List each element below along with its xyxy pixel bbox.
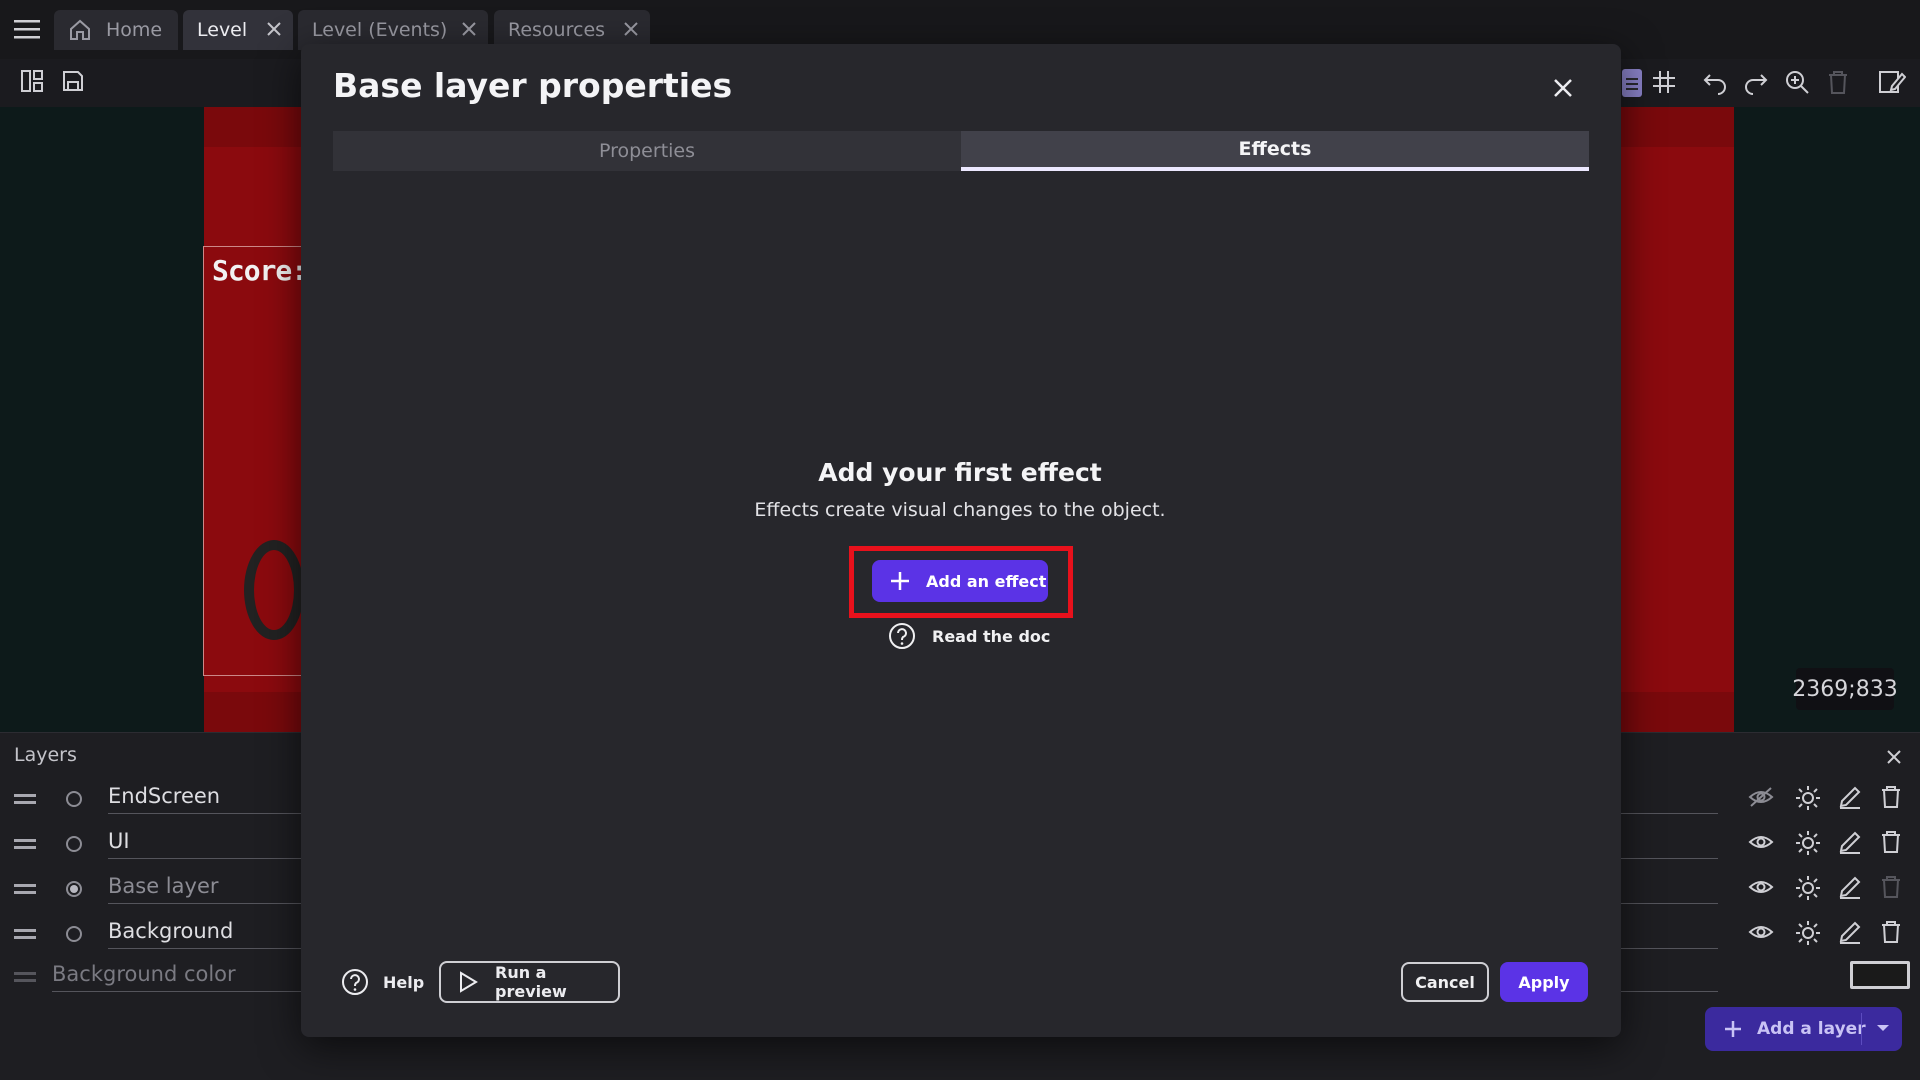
layer-select-radio[interactable] bbox=[66, 791, 82, 807]
trash-icon[interactable] bbox=[1880, 785, 1902, 809]
tab-resources-label: Resources bbox=[508, 19, 606, 41]
layer-name[interactable]: Background bbox=[108, 919, 233, 943]
game-sprite bbox=[244, 540, 304, 640]
layer-name[interactable]: Base layer bbox=[108, 874, 219, 898]
panels-icon[interactable] bbox=[20, 69, 44, 93]
edit-icon[interactable] bbox=[1838, 875, 1862, 899]
chevron-down-icon[interactable] bbox=[1876, 1023, 1890, 1033]
dialog-title: Base layer properties bbox=[333, 66, 733, 105]
add-effect-label: Add an effect bbox=[926, 571, 1047, 591]
empty-state-description: Effects create visual changes to the obj… bbox=[754, 499, 1166, 521]
trash-icon[interactable] bbox=[1880, 875, 1902, 899]
visibility-off-icon[interactable] bbox=[1748, 785, 1774, 809]
background-color-swatch[interactable] bbox=[1850, 961, 1910, 989]
close-panel-icon[interactable] bbox=[1885, 748, 1903, 766]
visibility-icon[interactable] bbox=[1748, 830, 1774, 854]
close-icon[interactable] bbox=[1551, 76, 1575, 100]
edit-icon[interactable] bbox=[1838, 830, 1862, 854]
tab-level-label: Level bbox=[197, 19, 248, 41]
tab-home-label: Home bbox=[106, 19, 163, 41]
layers-title: Layers bbox=[14, 744, 77, 766]
tab-home[interactable]: Home bbox=[54, 10, 178, 50]
drag-handle-icon[interactable] bbox=[14, 839, 36, 849]
layer-select-radio[interactable] bbox=[66, 881, 82, 897]
cancel-button[interactable]: Cancel bbox=[1401, 962, 1489, 1002]
run-preview-button[interactable]: Run a preview bbox=[439, 961, 620, 1003]
layer-select-radio[interactable] bbox=[66, 836, 82, 852]
zoom-icon[interactable] bbox=[1784, 69, 1810, 95]
trash-icon[interactable] bbox=[1826, 69, 1850, 95]
edit-properties-icon[interactable] bbox=[1878, 69, 1906, 95]
play-icon bbox=[457, 971, 479, 993]
drag-handle-icon[interactable] bbox=[14, 884, 36, 894]
tab-level-events-label: Level (Events) bbox=[312, 19, 448, 41]
tab-level[interactable]: Level bbox=[183, 10, 293, 50]
read-doc-label: Read the doc bbox=[932, 626, 1051, 646]
background-color-label: Background color bbox=[52, 962, 236, 986]
save-icon[interactable] bbox=[61, 69, 85, 93]
run-preview-label: Run a preview bbox=[495, 963, 567, 1001]
close-tab-icon[interactable] bbox=[460, 20, 478, 38]
trash-icon[interactable] bbox=[1880, 920, 1902, 944]
visibility-icon[interactable] bbox=[1748, 920, 1774, 944]
lighting-icon[interactable] bbox=[1795, 830, 1821, 856]
undo-icon[interactable] bbox=[1702, 69, 1728, 95]
visibility-icon[interactable] bbox=[1748, 875, 1774, 899]
help-button[interactable]: Help bbox=[341, 965, 424, 999]
tab-properties[interactable]: Properties bbox=[333, 131, 961, 171]
apply-button[interactable]: Apply bbox=[1500, 962, 1588, 1002]
home-icon bbox=[68, 18, 92, 42]
layer-name[interactable]: EndScreen bbox=[108, 784, 220, 808]
layer-name[interactable]: UI bbox=[108, 829, 130, 853]
plus-icon bbox=[1723, 1019, 1743, 1039]
drag-handle-icon[interactable] bbox=[14, 794, 36, 804]
lighting-icon[interactable] bbox=[1795, 785, 1821, 811]
edit-icon[interactable] bbox=[1838, 920, 1862, 944]
redo-icon[interactable] bbox=[1743, 69, 1769, 95]
dialog-tabs: Properties Effects bbox=[333, 131, 1589, 171]
plus-icon bbox=[890, 571, 910, 591]
tab-effects[interactable]: Effects bbox=[961, 131, 1589, 171]
add-effect-button[interactable]: Add an effect bbox=[872, 560, 1048, 602]
help-circle-icon bbox=[888, 622, 916, 650]
lighting-icon[interactable] bbox=[1795, 920, 1821, 946]
empty-state-title: Add your first effect bbox=[818, 458, 1102, 487]
help-circle-icon bbox=[341, 968, 369, 996]
grid-icon[interactable] bbox=[1651, 69, 1677, 95]
cursor-coordinates: 2369;833 bbox=[1792, 668, 1898, 710]
drag-handle-icon[interactable] bbox=[14, 929, 36, 939]
trash-icon[interactable] bbox=[1880, 830, 1902, 854]
layer-properties-dialog bbox=[301, 44, 1621, 1037]
layers-toggle-icon[interactable] bbox=[1622, 69, 1642, 97]
edit-icon[interactable] bbox=[1838, 785, 1862, 809]
hamburger-menu-icon[interactable] bbox=[14, 18, 40, 40]
button-separator bbox=[1861, 1013, 1862, 1045]
close-tab-icon[interactable] bbox=[265, 20, 283, 38]
add-layer-label: Add a layer bbox=[1757, 1019, 1866, 1039]
lighting-icon[interactable] bbox=[1795, 875, 1821, 901]
close-tab-icon[interactable] bbox=[622, 20, 640, 38]
add-layer-button[interactable]: Add a layer bbox=[1705, 1007, 1902, 1051]
read-doc-link[interactable]: Read the doc bbox=[888, 621, 1050, 651]
help-label: Help bbox=[383, 972, 425, 992]
drag-handle-icon bbox=[14, 972, 36, 982]
layer-select-radio[interactable] bbox=[66, 926, 82, 942]
